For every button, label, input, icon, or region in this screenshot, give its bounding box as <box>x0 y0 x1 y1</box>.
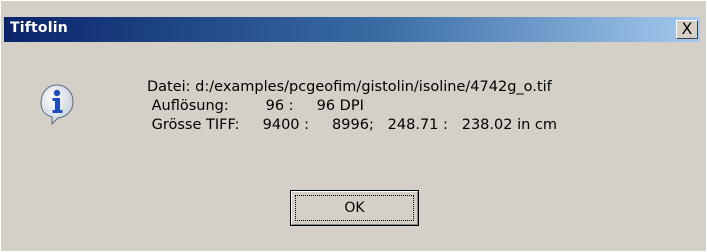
message-line-resolution: Auflösung: 96 : 96 DPI <box>147 98 364 114</box>
dialog-window: Tiftolin X Datei: d:/examples/pcgeofim/g… <box>0 0 707 252</box>
ok-button-label: OK <box>344 200 365 216</box>
ok-button[interactable]: OK <box>290 190 419 226</box>
close-button[interactable]: X <box>676 19 698 39</box>
title-bar[interactable]: Tiftolin X <box>4 17 700 42</box>
message-line-size: Grösse TIFF: 9400 : 8996; 248.71 : 238.0… <box>147 117 558 133</box>
message-line-file: Datei: d:/examples/pcgeofim/gistolin/iso… <box>147 79 552 95</box>
dialog-title: Tiftolin <box>10 20 68 36</box>
info-icon <box>40 84 74 125</box>
close-icon: X <box>681 19 693 38</box>
